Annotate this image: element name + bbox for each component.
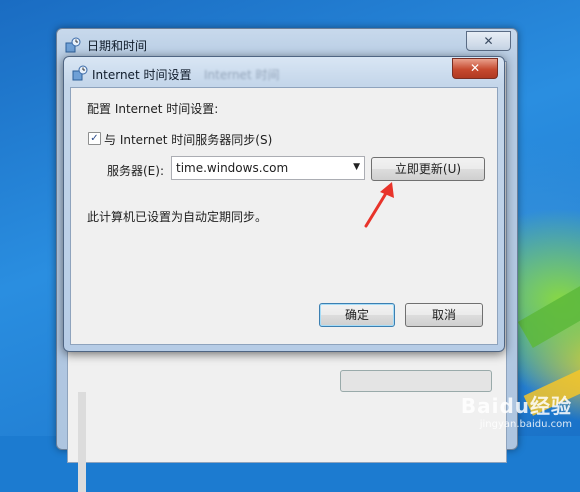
- annotation-arrow-icon: [364, 182, 394, 228]
- clock-globe-icon: [65, 37, 81, 53]
- checkmark-icon: ✓: [90, 133, 99, 144]
- server-combobox[interactable]: time.windows.com ▼: [171, 156, 365, 180]
- obscured-panel: [78, 392, 86, 492]
- status-text: 此计算机已设置为自动定期同步。: [87, 210, 268, 224]
- close-icon: ✕: [483, 34, 494, 48]
- title-blur-text: Internet 时间: [204, 68, 280, 82]
- close-icon: ✕: [469, 61, 481, 75]
- watermark-main: Baidu经验: [460, 394, 572, 418]
- ok-button[interactable]: 确定: [319, 303, 395, 327]
- section-heading: 配置 Internet 时间设置:: [87, 102, 219, 116]
- clock-globe-icon: [72, 65, 88, 81]
- dialog-body: 配置 Internet 时间设置: ✓ 与 Internet 时间服务器同步(S…: [70, 87, 498, 345]
- sync-checkbox[interactable]: ✓: [88, 132, 101, 145]
- obscured-button: [340, 370, 492, 392]
- dropdown-arrow-icon[interactable]: ▼: [353, 162, 360, 172]
- server-value: time.windows.com: [176, 161, 289, 175]
- close-button[interactable]: ✕: [466, 31, 511, 51]
- cancel-button[interactable]: 取消: [405, 303, 483, 327]
- window-titlebar[interactable]: 日期和时间 ✕: [57, 29, 517, 59]
- watermark-sub: jingyan.baidu.com: [479, 419, 572, 430]
- dialog-title: Internet 时间设置: [92, 68, 192, 82]
- sync-checkbox-label[interactable]: 与 Internet 时间服务器同步(S): [104, 131, 272, 148]
- server-label: 服务器(E):: [107, 164, 164, 178]
- dialog-titlebar[interactable]: Internet 时间设置 Internet 时间 ✕: [64, 57, 504, 87]
- watermark: Baidu经验 jingyan.baidu.com: [461, 390, 572, 430]
- window-title: 日期和时间: [87, 39, 148, 53]
- close-button[interactable]: ✕: [452, 58, 498, 79]
- internet-time-dialog: Internet 时间设置 Internet 时间 ✕ 配置 Internet …: [63, 56, 505, 352]
